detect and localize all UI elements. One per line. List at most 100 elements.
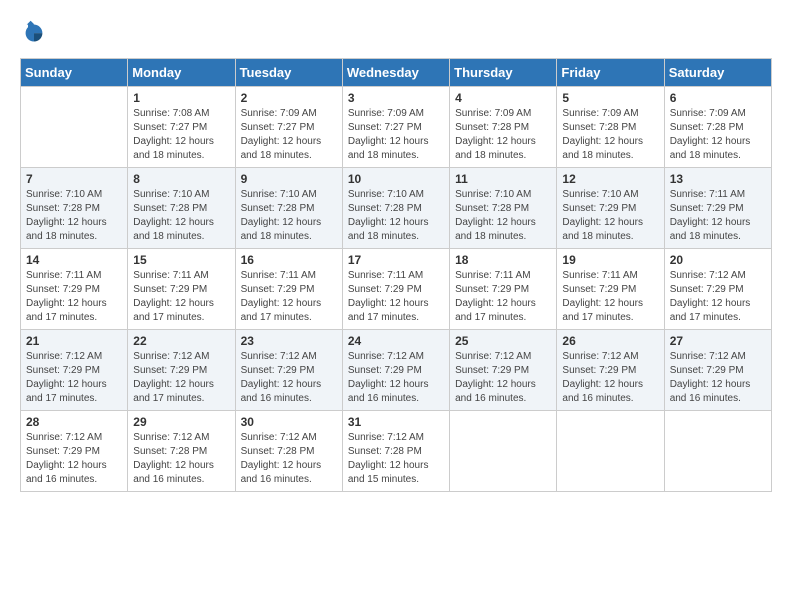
calendar-cell: [664, 411, 771, 492]
day-info: Sunrise: 7:10 AM Sunset: 7:28 PM Dayligh…: [133, 188, 229, 244]
calendar-cell: [557, 411, 664, 492]
day-number: 27: [670, 334, 766, 348]
day-number: 15: [133, 253, 229, 267]
day-number: 16: [241, 253, 337, 267]
day-info: Sunrise: 7:11 AM Sunset: 7:29 PM Dayligh…: [455, 269, 551, 325]
day-info: Sunrise: 7:12 AM Sunset: 7:29 PM Dayligh…: [455, 350, 551, 406]
day-number: 18: [455, 253, 551, 267]
day-number: 10: [348, 172, 444, 186]
calendar-cell: 16 Sunrise: 7:11 AM Sunset: 7:29 PM Dayli…: [235, 249, 342, 330]
calendar-cell: [21, 87, 128, 168]
day-number: 30: [241, 415, 337, 429]
logo: [20, 20, 50, 48]
calendar-cell: 19 Sunrise: 7:11 AM Sunset: 7:29 PM Dayli…: [557, 249, 664, 330]
day-number: 22: [133, 334, 229, 348]
day-info: Sunrise: 7:11 AM Sunset: 7:29 PM Dayligh…: [348, 269, 444, 325]
week-row-5: 28 Sunrise: 7:12 AM Sunset: 7:29 PM Dayli…: [21, 411, 772, 492]
calendar-cell: 2 Sunrise: 7:09 AM Sunset: 7:27 PM Daylig…: [235, 87, 342, 168]
header-day-sunday: Sunday: [21, 59, 128, 87]
header-day-friday: Friday: [557, 59, 664, 87]
calendar-cell: 1 Sunrise: 7:08 AM Sunset: 7:27 PM Daylig…: [128, 87, 235, 168]
day-number: 17: [348, 253, 444, 267]
day-info: Sunrise: 7:12 AM Sunset: 7:29 PM Dayligh…: [562, 350, 658, 406]
day-number: 29: [133, 415, 229, 429]
header-day-monday: Monday: [128, 59, 235, 87]
day-info: Sunrise: 7:12 AM Sunset: 7:28 PM Dayligh…: [133, 431, 229, 487]
calendar-cell: 10 Sunrise: 7:10 AM Sunset: 7:28 PM Dayli…: [342, 168, 449, 249]
day-info: Sunrise: 7:10 AM Sunset: 7:28 PM Dayligh…: [26, 188, 122, 244]
day-number: 1: [133, 91, 229, 105]
day-info: Sunrise: 7:08 AM Sunset: 7:27 PM Dayligh…: [133, 107, 229, 163]
day-number: 26: [562, 334, 658, 348]
header-day-saturday: Saturday: [664, 59, 771, 87]
calendar-cell: 22 Sunrise: 7:12 AM Sunset: 7:29 PM Dayli…: [128, 330, 235, 411]
day-number: 20: [670, 253, 766, 267]
day-number: 12: [562, 172, 658, 186]
calendar-cell: 4Sunrise: 7:09 AM Sunset: 7:28 PM Daylig…: [450, 87, 557, 168]
day-info: Sunrise: 7:09 AM Sunset: 7:27 PM Dayligh…: [241, 107, 337, 163]
day-number: 19: [562, 253, 658, 267]
day-number: 13: [670, 172, 766, 186]
calendar-cell: 21 Sunrise: 7:12 AM Sunset: 7:29 PM Dayli…: [21, 330, 128, 411]
calendar-cell: 12 Sunrise: 7:10 AM Sunset: 7:29 PM Dayli…: [557, 168, 664, 249]
calendar-cell: 14 Sunrise: 7:11 AM Sunset: 7:29 PM Dayli…: [21, 249, 128, 330]
day-info: Sunrise: 7:09 AM Sunset: 7:28 PM Dayligh…: [670, 107, 766, 163]
day-info: Sunrise: 7:11 AM Sunset: 7:29 PM Dayligh…: [670, 188, 766, 244]
day-info: Sunrise: 7:12 AM Sunset: 7:29 PM Dayligh…: [133, 350, 229, 406]
calendar-cell: 3Sunrise: 7:09 AM Sunset: 7:27 PM Daylig…: [342, 87, 449, 168]
day-info: Sunrise: 7:09 AM Sunset: 7:28 PM Dayligh…: [562, 107, 658, 163]
day-info: Sunrise: 7:11 AM Sunset: 7:29 PM Dayligh…: [241, 269, 337, 325]
day-number: 2: [241, 91, 337, 105]
calendar-table: SundayMondayTuesdayWednesdayThursdayFrid…: [20, 58, 772, 492]
day-info: Sunrise: 7:12 AM Sunset: 7:29 PM Dayligh…: [670, 350, 766, 406]
day-info: Sunrise: 7:12 AM Sunset: 7:29 PM Dayligh…: [348, 350, 444, 406]
day-number: 14: [26, 253, 122, 267]
day-info: Sunrise: 7:12 AM Sunset: 7:28 PM Dayligh…: [241, 431, 337, 487]
day-info: Sunrise: 7:10 AM Sunset: 7:28 PM Dayligh…: [241, 188, 337, 244]
day-info: Sunrise: 7:11 AM Sunset: 7:29 PM Dayligh…: [26, 269, 122, 325]
day-number: 31: [348, 415, 444, 429]
calendar-cell: [450, 411, 557, 492]
calendar-cell: 26 Sunrise: 7:12 AM Sunset: 7:29 PM Dayli…: [557, 330, 664, 411]
day-info: Sunrise: 7:12 AM Sunset: 7:29 PM Dayligh…: [670, 269, 766, 325]
day-info: Sunrise: 7:12 AM Sunset: 7:29 PM Dayligh…: [26, 431, 122, 487]
calendar-cell: 25Sunrise: 7:12 AM Sunset: 7:29 PM Dayli…: [450, 330, 557, 411]
day-number: 28: [26, 415, 122, 429]
header-day-thursday: Thursday: [450, 59, 557, 87]
calendar-cell: 11 Sunrise: 7:10 AM Sunset: 7:28 PM Dayli…: [450, 168, 557, 249]
week-row-1: 1 Sunrise: 7:08 AM Sunset: 7:27 PM Daylig…: [21, 87, 772, 168]
calendar-cell: 31 Sunrise: 7:12 AM Sunset: 7:28 PM Dayli…: [342, 411, 449, 492]
calendar-cell: 27 Sunrise: 7:12 AM Sunset: 7:29 PM Dayli…: [664, 330, 771, 411]
header: [20, 20, 772, 48]
day-info: Sunrise: 7:11 AM Sunset: 7:29 PM Dayligh…: [133, 269, 229, 325]
week-row-3: 14 Sunrise: 7:11 AM Sunset: 7:29 PM Dayli…: [21, 249, 772, 330]
calendar-cell: 15 Sunrise: 7:11 AM Sunset: 7:29 PM Dayli…: [128, 249, 235, 330]
day-info: Sunrise: 7:10 AM Sunset: 7:29 PM Dayligh…: [562, 188, 658, 244]
day-number: 4: [455, 91, 551, 105]
week-row-4: 21 Sunrise: 7:12 AM Sunset: 7:29 PM Dayli…: [21, 330, 772, 411]
day-info: Sunrise: 7:12 AM Sunset: 7:29 PM Dayligh…: [26, 350, 122, 406]
day-info: Sunrise: 7:12 AM Sunset: 7:29 PM Dayligh…: [241, 350, 337, 406]
calendar-cell: 23 Sunrise: 7:12 AM Sunset: 7:29 PM Dayli…: [235, 330, 342, 411]
header-row: SundayMondayTuesdayWednesdayThursdayFrid…: [21, 59, 772, 87]
day-info: Sunrise: 7:09 AM Sunset: 7:27 PM Dayligh…: [348, 107, 444, 163]
calendar-cell: 9Sunrise: 7:10 AM Sunset: 7:28 PM Daylig…: [235, 168, 342, 249]
calendar-cell: 28 Sunrise: 7:12 AM Sunset: 7:29 PM Dayli…: [21, 411, 128, 492]
calendar-cell: 18 Sunrise: 7:11 AM Sunset: 7:29 PM Dayli…: [450, 249, 557, 330]
day-info: Sunrise: 7:10 AM Sunset: 7:28 PM Dayligh…: [455, 188, 551, 244]
day-info: Sunrise: 7:12 AM Sunset: 7:28 PM Dayligh…: [348, 431, 444, 487]
calendar-cell: 13 Sunrise: 7:11 AM Sunset: 7:29 PM Dayli…: [664, 168, 771, 249]
day-info: Sunrise: 7:10 AM Sunset: 7:28 PM Dayligh…: [348, 188, 444, 244]
calendar-cell: 20 Sunrise: 7:12 AM Sunset: 7:29 PM Dayli…: [664, 249, 771, 330]
calendar-cell: 6 Sunrise: 7:09 AM Sunset: 7:28 PM Daylig…: [664, 87, 771, 168]
calendar-cell: 29 Sunrise: 7:12 AM Sunset: 7:28 PM Dayli…: [128, 411, 235, 492]
day-number: 6: [670, 91, 766, 105]
day-number: 23: [241, 334, 337, 348]
calendar-cell: 7Sunrise: 7:10 AM Sunset: 7:28 PM Daylig…: [21, 168, 128, 249]
day-number: 21: [26, 334, 122, 348]
calendar-cell: 5Sunrise: 7:09 AM Sunset: 7:28 PM Daylig…: [557, 87, 664, 168]
logo-icon: [20, 20, 48, 48]
day-number: 11: [455, 172, 551, 186]
day-info: Sunrise: 7:11 AM Sunset: 7:29 PM Dayligh…: [562, 269, 658, 325]
calendar-cell: 17 Sunrise: 7:11 AM Sunset: 7:29 PM Dayli…: [342, 249, 449, 330]
